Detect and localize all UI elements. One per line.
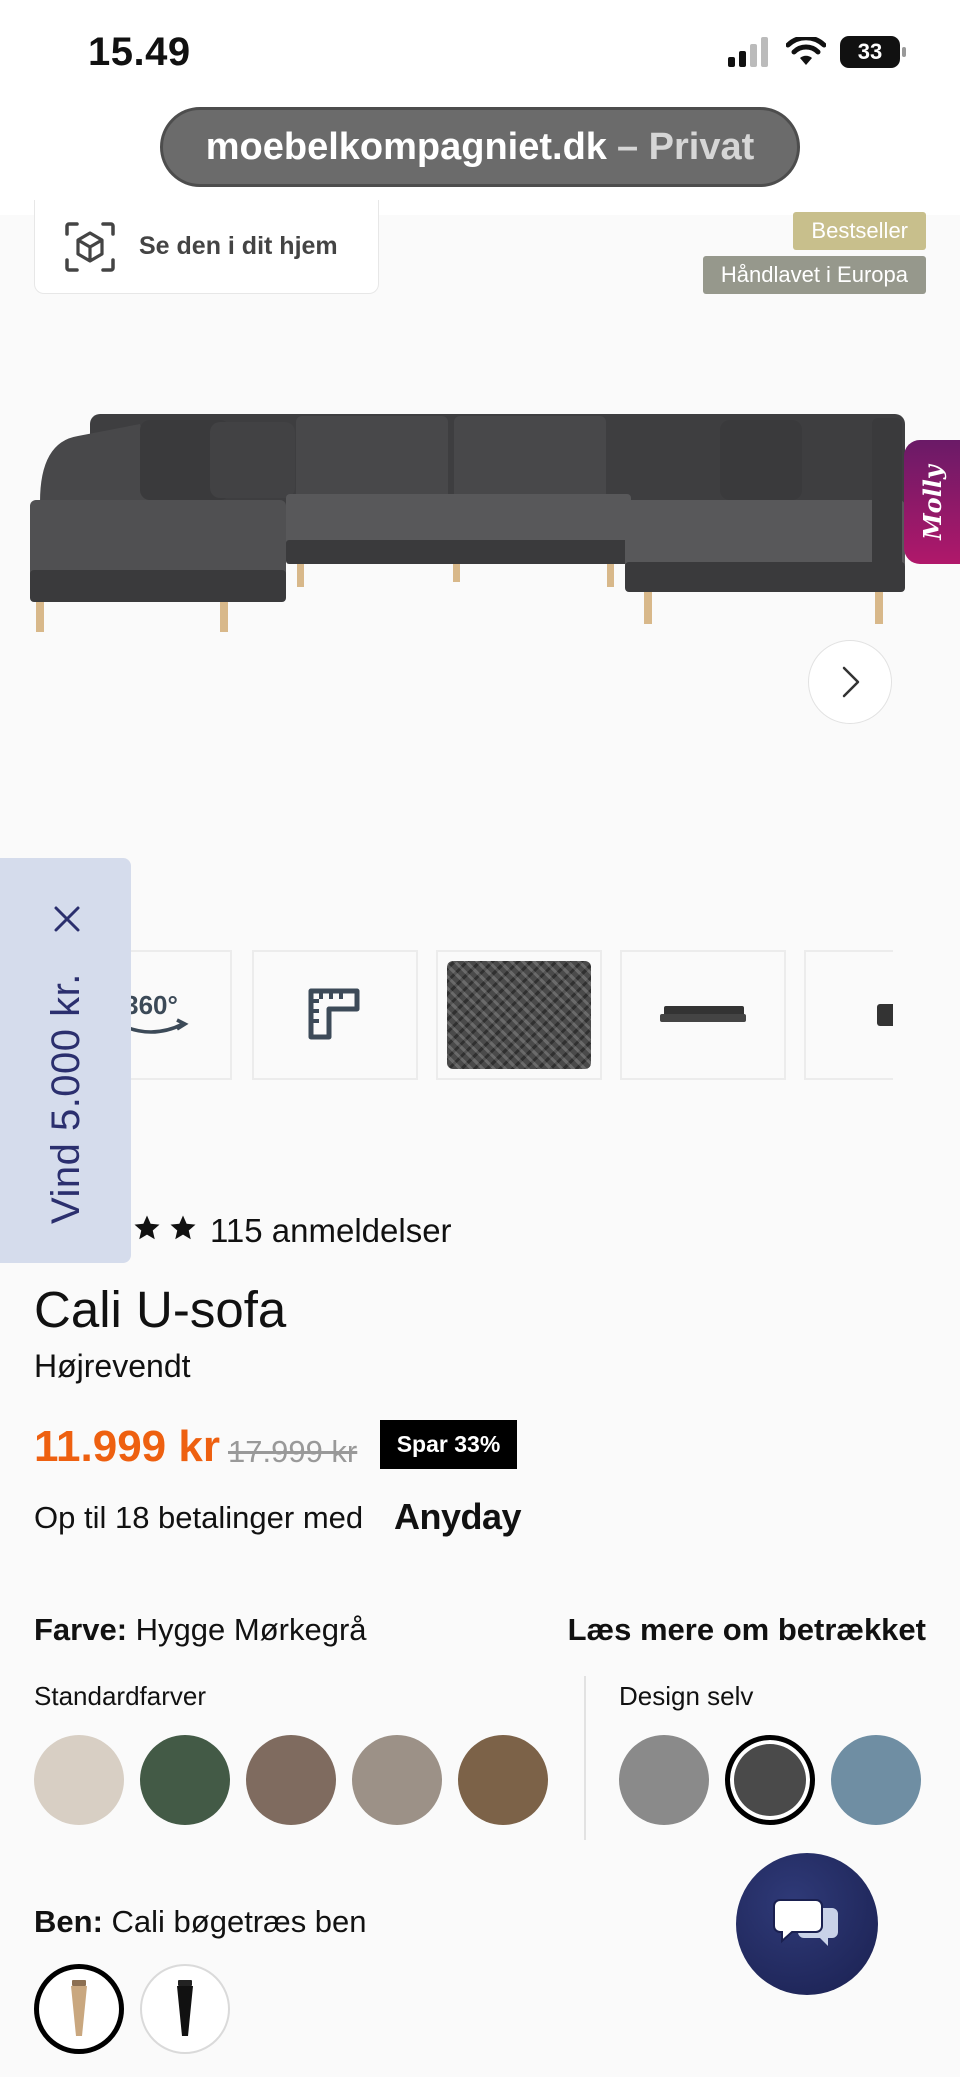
chat-button[interactable] [736, 1853, 878, 1995]
close-icon[interactable] [50, 902, 84, 936]
color-swatch[interactable] [831, 1735, 921, 1825]
product-image[interactable] [30, 390, 910, 660]
leg-option-black[interactable] [140, 1964, 230, 2054]
color-swatch-selected[interactable] [725, 1735, 815, 1825]
color-swatch[interactable] [140, 1735, 230, 1825]
status-bar: 15.49 33 moebelkompagniet.dk – Privat [0, 0, 960, 215]
current-price: 11.999 kr [34, 1422, 220, 1471]
color-selection-label: Farve: Hygge Mørkegrå [34, 1612, 367, 1648]
financing-text: Op til 18 betalinger med [34, 1500, 364, 1535]
ar-cube-icon [65, 221, 115, 272]
wooden-leg-icon [71, 1980, 87, 2036]
legs-label: Ben: [34, 1904, 103, 1939]
chevron-right-icon [842, 666, 860, 698]
next-image-button[interactable] [808, 640, 892, 724]
chat-bubbles-icon [773, 1899, 838, 1946]
thumbnail-strip: 360° [0, 950, 893, 1080]
thumbnail-sofa-side[interactable] [804, 950, 893, 1080]
color-swatch[interactable] [352, 1735, 442, 1825]
thumbnail-sofa-front[interactable] [620, 950, 786, 1080]
rating-stars[interactable] [132, 1213, 198, 1243]
thumbnail-dimensions[interactable] [252, 950, 418, 1080]
black-leg-icon [177, 1980, 193, 2036]
wifi-icon [786, 37, 826, 65]
rotate-360-label: 360° [124, 990, 178, 1020]
thumbnail-fabric[interactable] [436, 950, 602, 1080]
sofa-thumbnail-image [877, 1004, 893, 1026]
color-swatch[interactable] [34, 1735, 124, 1825]
product-variant: Højrevendt [34, 1348, 191, 1384]
color-swatch[interactable] [619, 1735, 709, 1825]
product-title: Cali U-sofa [34, 1281, 287, 1338]
assistant-tab-label: Molly [917, 464, 947, 540]
color-swatch[interactable] [246, 1735, 336, 1825]
promo-label: Vind 5.000 kr. [44, 973, 88, 1224]
fabric-texture [447, 961, 591, 1069]
status-icons: 33 [728, 36, 906, 68]
address-bar[interactable]: moebelkompagniet.dk – Privat [160, 107, 800, 187]
fabric-info-link[interactable]: Læs mere om betrækket [568, 1612, 926, 1648]
assistant-tab[interactable]: Molly [904, 440, 960, 564]
legs-value: Cali bøgetræs ben [111, 1904, 367, 1939]
private-mode-label: – Privat [616, 125, 755, 168]
leg-option-wood[interactable] [34, 1964, 124, 2054]
legs-selection-label: Ben: Cali bøgetræs ben [34, 1904, 367, 1940]
custom-colors-label: Design selv [619, 1681, 754, 1711]
handmade-badge: Håndlavet i Europa [702, 256, 926, 294]
ruler-icon [308, 988, 360, 1040]
sofa-thumbnail-image [660, 1006, 746, 1022]
review-count-link[interactable]: 115 anmeldelser [210, 1212, 452, 1250]
battery-icon: 33 [840, 36, 906, 68]
url-domain: moebelkompagniet.dk [205, 125, 607, 168]
anyday-logo-text: Anyday [394, 1496, 522, 1537]
cellular-signal-icon [728, 37, 768, 67]
color-label: Farve: [34, 1612, 128, 1647]
star-icon [134, 1215, 160, 1240]
bestseller-badge: Bestseller [793, 212, 926, 250]
anyday-logo: Anyday [394, 1496, 522, 1538]
clock: 15.49 [88, 30, 191, 74]
swatch-divider [584, 1676, 586, 1840]
view-in-room-button[interactable]: Se den i dit hjem [34, 200, 379, 294]
original-price: 17.999 kr [228, 1434, 358, 1469]
discount-badge: Spar 33% [380, 1420, 517, 1469]
color-value: Hygge Mørkegrå [135, 1612, 367, 1647]
sofa-illustration [30, 414, 905, 632]
color-swatch[interactable] [458, 1735, 548, 1825]
view-in-room-label: Se den i dit hjem [139, 232, 338, 260]
star-icon [170, 1215, 196, 1240]
standard-colors-label: Standardfarver [34, 1681, 206, 1711]
